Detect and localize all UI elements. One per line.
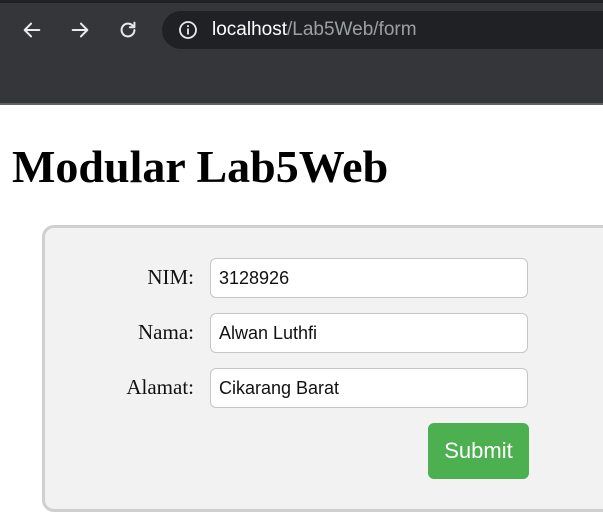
url-text[interactable]: localhost/Lab5Web/form bbox=[212, 19, 417, 41]
nama-input[interactable]: Alwan Luthfi bbox=[210, 313, 528, 353]
nama-row: Nama: Alwan Luthfi bbox=[45, 313, 603, 353]
arrow-right-icon bbox=[71, 22, 89, 38]
forward-button[interactable] bbox=[62, 12, 98, 48]
browser-toolbar: localhost/Lab5Web/form bbox=[0, 0, 603, 105]
form-container: NIM: 3128926 Nama: Alwan Luthfi Alamat: … bbox=[42, 225, 603, 512]
alamat-row: Alamat: Cikarang Barat bbox=[45, 368, 603, 408]
tab-strip-edge bbox=[0, 0, 603, 3]
back-button[interactable] bbox=[14, 12, 50, 48]
reload-button[interactable] bbox=[110, 12, 146, 48]
address-bar[interactable]: localhost/Lab5Web/form bbox=[162, 11, 603, 49]
nim-row: NIM: 3128926 bbox=[45, 258, 603, 298]
nim-input[interactable]: 3128926 bbox=[210, 258, 528, 298]
info-icon[interactable] bbox=[178, 20, 198, 40]
alamat-input[interactable]: Cikarang Barat bbox=[210, 368, 528, 408]
nama-label: Nama: bbox=[138, 320, 194, 344]
reload-icon bbox=[120, 21, 136, 38]
arrow-left-icon bbox=[23, 22, 41, 38]
url-path: /Lab5Web/form bbox=[287, 19, 417, 40]
nim-label: NIM: bbox=[147, 265, 194, 289]
page-title: Modular Lab5Web bbox=[12, 141, 389, 192]
alamat-label: Alamat: bbox=[126, 375, 194, 399]
url-host: localhost bbox=[212, 19, 287, 40]
toolbar-divider bbox=[0, 103, 603, 105]
submit-button[interactable]: Submit bbox=[428, 423, 529, 479]
